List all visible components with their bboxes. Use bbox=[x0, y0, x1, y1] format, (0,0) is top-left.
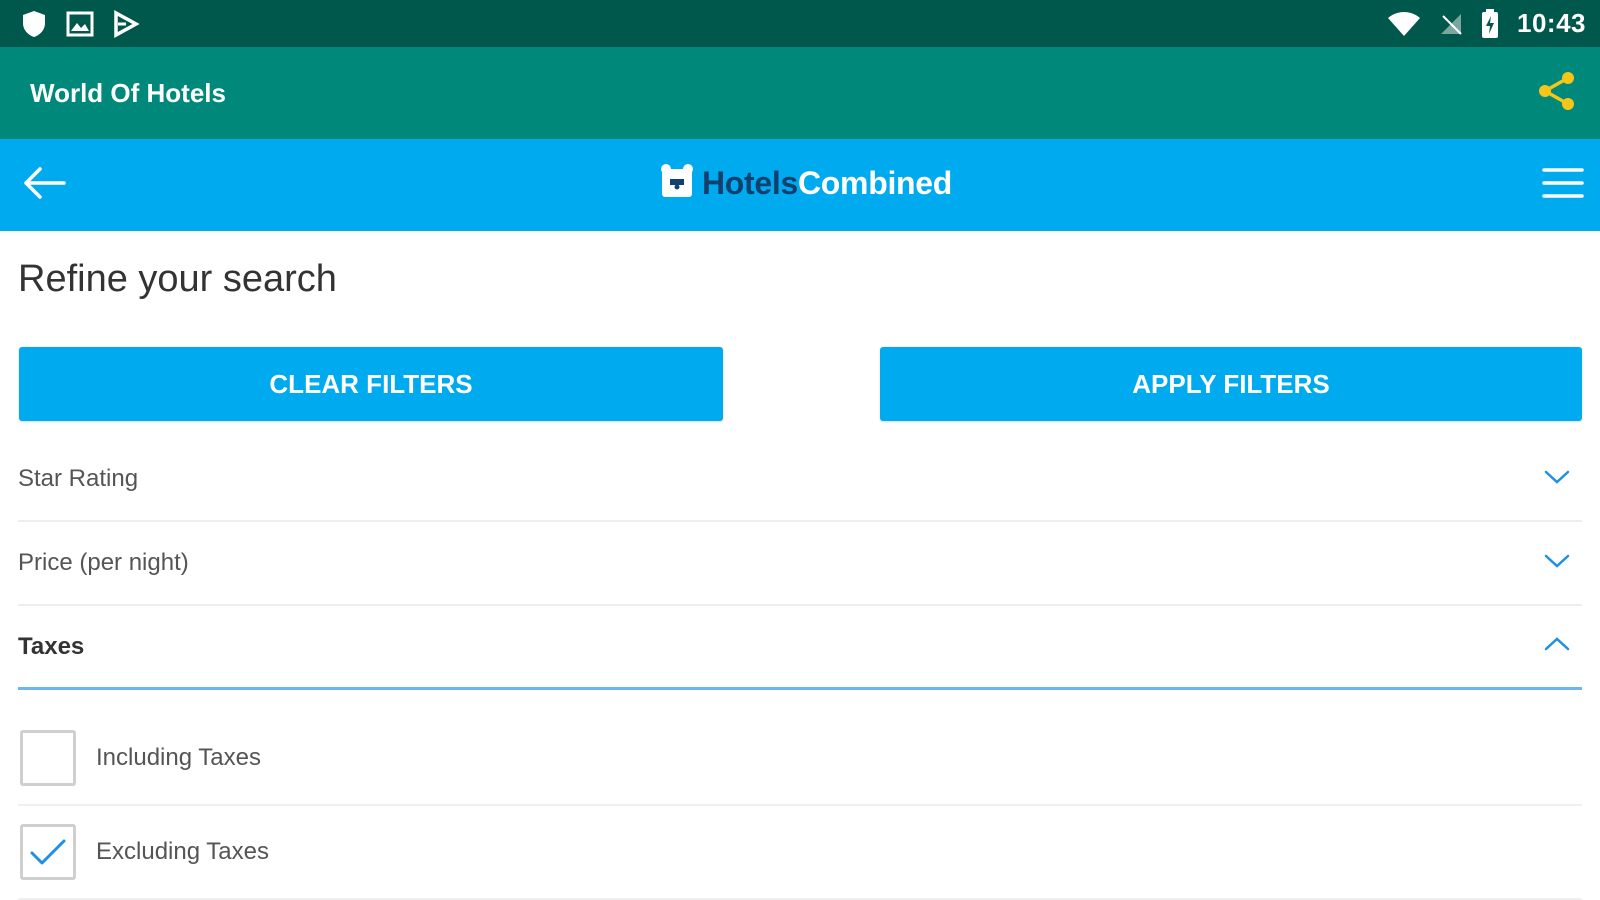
play-store-icon bbox=[112, 9, 140, 38]
bear-logo-icon bbox=[660, 163, 694, 204]
page-title: Refine your search bbox=[18, 258, 337, 300]
hotelscombined-logo[interactable]: HotelsCombined bbox=[660, 163, 952, 204]
wifi-icon bbox=[1387, 11, 1421, 37]
including-taxes-checkbox[interactable] bbox=[20, 730, 76, 786]
option-including-taxes[interactable]: Including Taxes bbox=[18, 712, 1582, 806]
arrow-left-icon[interactable] bbox=[20, 163, 68, 208]
filter-price[interactable]: Price (per night) bbox=[18, 522, 1582, 606]
share-icon[interactable] bbox=[1538, 71, 1576, 116]
filter-label: Taxes bbox=[18, 632, 85, 660]
brand-name: HotelsCombined bbox=[702, 165, 952, 202]
filter-taxes[interactable]: Taxes bbox=[18, 606, 1582, 690]
option-excluding-taxes[interactable]: Excluding Taxes bbox=[18, 806, 1582, 900]
image-icon bbox=[66, 11, 94, 37]
status-left-icons bbox=[20, 9, 140, 39]
brand-hotels: Hotels bbox=[702, 165, 798, 201]
battery-charging-icon bbox=[1481, 8, 1499, 39]
status-time: 10:43 bbox=[1517, 8, 1586, 38]
app-bar: World Of Hotels bbox=[0, 47, 1600, 139]
hamburger-menu-icon[interactable] bbox=[1542, 166, 1584, 205]
option-label: Excluding Taxes bbox=[96, 838, 269, 865]
apply-filters-button[interactable]: APPLY FILTERS bbox=[880, 347, 1582, 421]
shield-icon bbox=[20, 9, 48, 39]
status-bar: 10:43 bbox=[0, 0, 1600, 47]
chevron-down-icon bbox=[1542, 467, 1572, 492]
filter-label: Price (per night) bbox=[18, 549, 189, 576]
option-label: Including Taxes bbox=[96, 744, 261, 771]
app-title: World Of Hotels bbox=[30, 77, 226, 108]
chevron-down-icon bbox=[1542, 551, 1572, 576]
site-header: HotelsCombined bbox=[0, 139, 1600, 231]
status-right-icons: 10:43 bbox=[1387, 8, 1586, 39]
checkmark-icon bbox=[30, 839, 66, 865]
brand-combined: Combined bbox=[798, 165, 953, 201]
clear-filters-button[interactable]: CLEAR FILTERS bbox=[19, 347, 723, 421]
filter-label: Star Rating bbox=[18, 465, 139, 492]
chevron-up-icon bbox=[1542, 634, 1572, 659]
excluding-taxes-checkbox[interactable] bbox=[20, 824, 76, 880]
no-signal-icon bbox=[1439, 12, 1463, 36]
filter-star-rating[interactable]: Star Rating bbox=[18, 438, 1582, 522]
